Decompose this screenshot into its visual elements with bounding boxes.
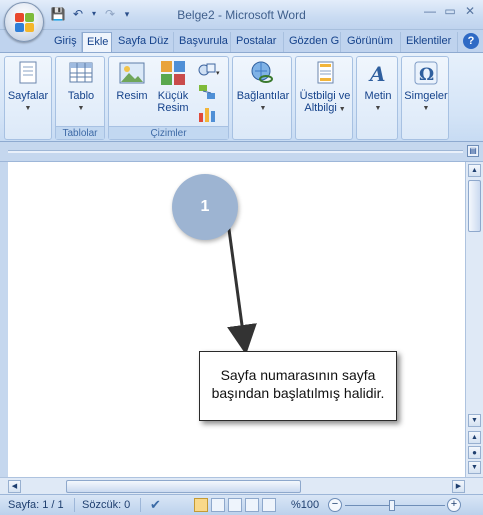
scroll-up-icon[interactable]: ▲: [468, 164, 481, 177]
header-footer-icon: [317, 61, 334, 84]
header-footer-label-line2: Altbilgi: [304, 102, 337, 114]
close-icon[interactable]: ✕: [463, 4, 477, 18]
group-illustrations: Resim Küçük Resim ▾ Çizimler: [108, 56, 229, 140]
symbols-button[interactable]: Ω Simgeler ▼: [403, 59, 449, 115]
picture-label: Resim: [116, 90, 148, 102]
full-screen-reading-view-icon[interactable]: [211, 498, 225, 512]
status-divider: [140, 498, 141, 512]
ribbon-tabs: Giriş Ekle Sayfa Düz Başvurula Postalar …: [0, 30, 483, 52]
previous-page-icon[interactable]: ▲: [468, 431, 481, 444]
browse-object-icon[interactable]: ●: [468, 446, 481, 459]
proofing-icon[interactable]: ✔: [150, 497, 161, 513]
text-button[interactable]: A Metin ▼: [359, 59, 397, 115]
links-dropdown-icon: ▼: [259, 105, 267, 112]
group-links: Bağlantılar ▼: [232, 56, 292, 140]
tab-view[interactable]: Görünüm: [343, 32, 401, 52]
office-logo-icon: [15, 13, 35, 33]
group-header-footer: Üstbilgi ve Altbilgi ▼: [295, 56, 353, 140]
clipart-label-line1: Küçük: [157, 90, 189, 102]
status-bar: Sayfa: 1 / 1 Sözcük: 0 ✔ %100 − +: [0, 494, 483, 515]
svg-text:▾: ▾: [216, 70, 220, 77]
text-dropdown-icon: ▼: [374, 105, 382, 112]
window-controls: — ▭ ✕: [423, 4, 477, 18]
picture-button[interactable]: Resim: [113, 59, 151, 102]
pages-button[interactable]: Sayfalar ▼: [7, 59, 49, 115]
group-pages: Sayfalar ▼: [4, 56, 52, 140]
tab-references[interactable]: Başvurula: [175, 32, 231, 52]
word-count[interactable]: Sözcük: 0: [82, 499, 130, 511]
links-label: Bağlantılar: [236, 90, 290, 102]
pages-label: Sayfalar: [7, 90, 49, 102]
group-tables: Tablo ▼ Tablolar: [55, 56, 105, 140]
table-icon: [69, 62, 93, 83]
symbols-label: Simgeler: [404, 90, 448, 102]
vertical-scroll-thumb[interactable]: [468, 180, 481, 232]
help-icon[interactable]: ?: [463, 33, 479, 49]
clipart-icon: [161, 61, 185, 85]
draft-view-icon[interactable]: [262, 498, 276, 512]
table-button[interactable]: Tablo ▼: [59, 59, 103, 115]
web-layout-view-icon[interactable]: [228, 498, 242, 512]
maximize-icon[interactable]: ▭: [443, 4, 457, 18]
horizontal-scroll-thumb[interactable]: [66, 480, 301, 493]
text-icon: A: [368, 62, 386, 86]
title-bar: 💾 ↶ ▾ ↷ ▾ Belge2 - Microsoft Word — ▭ ✕: [0, 0, 483, 30]
step-number-badge: 1: [172, 174, 238, 240]
zoom-slider-thumb[interactable]: [389, 500, 395, 511]
ribbon: Sayfalar ▼ Tablo ▼ Tablolar Resim Küçük …: [0, 52, 483, 142]
text-label: Metin: [364, 90, 392, 102]
tab-review[interactable]: Gözden G: [285, 32, 341, 52]
callout-text-line2: başından başlatılmış halidir.: [211, 385, 385, 401]
scroll-down-icon[interactable]: ▼: [468, 414, 481, 427]
tab-insert[interactable]: Ekle: [82, 32, 112, 52]
scroll-right-icon[interactable]: ▶: [452, 480, 465, 493]
header-footer-label-line1: Üstbilgi ve: [299, 90, 351, 102]
chart-icon[interactable]: [197, 105, 217, 123]
annotation-callout: Sayfa numarasının sayfa başından başlatı…: [199, 351, 397, 421]
header-footer-button[interactable]: Üstbilgi ve Altbilgi ▼: [297, 59, 353, 116]
tab-mailings[interactable]: Postalar: [232, 32, 284, 52]
tab-page-layout[interactable]: Sayfa Düz: [114, 32, 174, 52]
office-button[interactable]: [4, 2, 44, 42]
links-button[interactable]: Bağlantılar ▼: [234, 59, 292, 115]
symbols-dropdown-icon: ▼: [422, 105, 430, 112]
zoom-in-icon[interactable]: +: [447, 498, 461, 512]
status-divider: [74, 498, 75, 512]
group-label-illustrations: Çizimler: [109, 126, 228, 139]
outline-view-icon[interactable]: [245, 498, 259, 512]
omega-icon: Ω: [414, 61, 438, 85]
group-symbols: Ω Simgeler ▼: [401, 56, 449, 140]
vertical-scrollbar[interactable]: ▲ ▼ ▲ ● ▼: [465, 162, 483, 477]
pages-dropdown-icon: ▼: [24, 105, 32, 112]
clipart-label-line2: Resim: [157, 102, 189, 114]
next-page-icon[interactable]: ▼: [468, 461, 481, 474]
shapes-icon[interactable]: ▾: [197, 61, 221, 79]
zoom-level[interactable]: %100: [291, 499, 319, 511]
links-icon: [251, 61, 273, 83]
group-label-tables: Tablolar: [56, 126, 104, 139]
tab-addins[interactable]: Eklentiler: [402, 32, 458, 52]
zoom-slider-track[interactable]: [345, 505, 445, 506]
minimize-icon[interactable]: —: [423, 4, 437, 18]
smartart-icon[interactable]: [197, 83, 217, 101]
callout-text-line1: Sayfa numarasının sayfa: [220, 367, 376, 383]
page-count[interactable]: Sayfa: 1 / 1: [8, 499, 64, 511]
scroll-left-icon[interactable]: ◀: [8, 480, 21, 493]
ruler: [8, 150, 463, 153]
window-title: Belge2 - Microsoft Word: [177, 8, 306, 22]
table-label: Tablo: [67, 90, 95, 102]
clipart-button[interactable]: Küçük Resim: [153, 59, 193, 114]
ruler-area: ▤: [0, 142, 483, 162]
group-text: A Metin ▼: [356, 56, 398, 140]
picture-icon: [119, 62, 145, 84]
svg-text:A: A: [368, 62, 386, 86]
horizontal-scrollbar[interactable]: ◀ ▶: [0, 477, 483, 494]
svg-text:Ω: Ω: [419, 65, 434, 85]
view-ruler-icon[interactable]: ▤: [467, 145, 479, 157]
zoom-out-icon[interactable]: −: [328, 498, 342, 512]
table-dropdown-icon: ▼: [77, 105, 85, 112]
tab-home[interactable]: Giriş: [50, 32, 82, 52]
print-layout-view-icon[interactable]: [194, 498, 208, 512]
pages-icon: [19, 61, 37, 84]
